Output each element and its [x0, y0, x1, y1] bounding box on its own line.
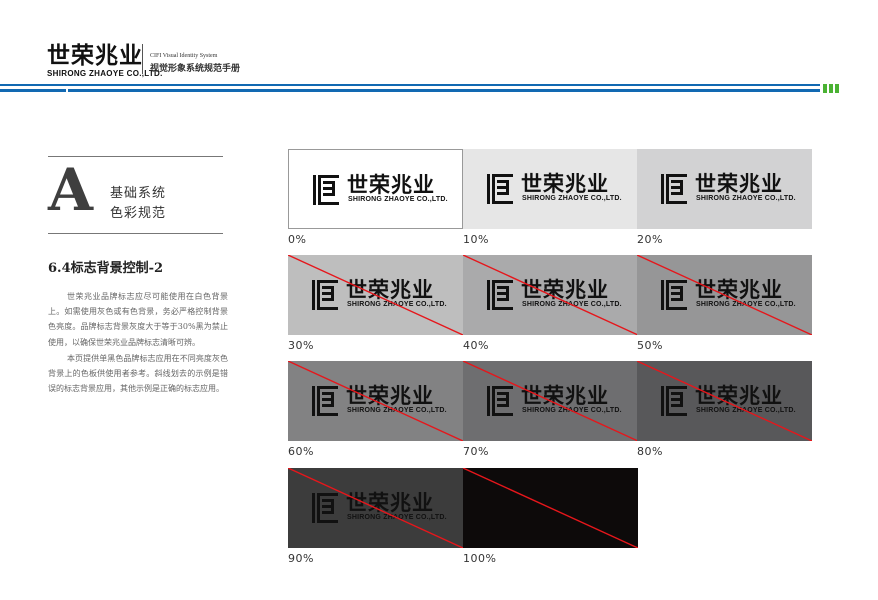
background-swatch: 世荣兆业 SHIRONG ZHAOYE CO.,LTD. — [288, 149, 463, 229]
logo-text-en: SHIRONG ZHAOYE CO.,LTD. — [522, 195, 622, 202]
logo-mark-icon — [487, 386, 513, 416]
logo-text-en: SHIRONG ZHAOYE CO.,LTD. — [522, 407, 622, 414]
swatch-label: 60% — [288, 445, 314, 458]
section-name-line2: 色彩规范 — [110, 206, 167, 221]
swatch-label: 30% — [288, 339, 314, 352]
brand-logo: 世荣兆业 SHIRONG ZHAOYE CO.,LTD. — [661, 384, 796, 418]
strike-line — [463, 468, 638, 548]
logo-mark-icon — [312, 280, 338, 310]
brand-logo: 世荣兆业 SHIRONG ZHAOYE CO.,LTD. — [487, 172, 622, 206]
header-logo-cn: 世荣兆业 — [47, 43, 143, 69]
description-paragraph-2: 本页提供单黑色品牌标志应用在不同亮度灰色背景上的色板供使用者参考。斜线划去的示例… — [48, 354, 228, 394]
swatch-label: 20% — [637, 233, 663, 246]
logo-mark-icon — [487, 280, 513, 310]
swatch-label: 50% — [637, 339, 663, 352]
brand-logo: 世荣兆业 SHIRONG ZHAOYE CO.,LTD. — [312, 278, 447, 312]
header-logo-en: SHIRONG ZHAOYE CO.,LTD. — [47, 69, 163, 78]
logo-text-cn: 世荣兆业 — [695, 172, 783, 196]
brand-logo: 世荣兆业 SHIRONG ZHAOYE CO.,LTD. — [312, 384, 447, 418]
swatch-label: 80% — [637, 445, 663, 458]
logo-text-cn: 世荣兆业 — [521, 384, 609, 408]
logo-mark-icon — [661, 386, 687, 416]
logo-mark-icon — [487, 174, 513, 204]
background-swatch: 世荣兆业 SHIRONG ZHAOYE CO.,LTD. — [463, 149, 638, 229]
logo-text-en: SHIRONG ZHAOYE CO.,LTD. — [347, 407, 447, 414]
logo-text-en: SHIRONG ZHAOYE CO.,LTD. — [522, 301, 622, 308]
swatch-label: 90% — [288, 552, 314, 565]
section-rule-bottom — [48, 233, 223, 234]
header-subtitle: CIFI Visual Identity System 视觉形象系统规范手册 — [150, 53, 240, 74]
brand-logo: 世荣兆业 SHIRONG ZHAOYE CO.,LTD. — [661, 278, 796, 312]
brand-logo: 世荣兆业 SHIRONG ZHAOYE CO.,LTD. — [312, 491, 447, 525]
logo-text-cn: 世荣兆业 — [695, 278, 783, 302]
logo-text-cn: 世荣兆业 — [346, 384, 434, 408]
header-separator — [142, 44, 143, 74]
accent-bar-2 — [829, 84, 833, 93]
background-swatch: 世荣兆业 SHIRONG ZHAOYE CO.,LTD. — [463, 255, 638, 335]
page-title: 6.4标志背景控制-2 — [48, 261, 164, 276]
brand-logo: 世荣兆业 SHIRONG ZHAOYE CO.,LTD. — [313, 173, 448, 207]
accent-bar-1 — [823, 84, 827, 93]
background-swatch: 世荣兆业 SHIRONG ZHAOYE CO.,LTD. — [288, 468, 463, 548]
header-subtitle-en: CIFI Visual Identity System — [150, 53, 218, 59]
logo-text-en: SHIRONG ZHAOYE CO.,LTD. — [696, 301, 796, 308]
logo-mark-icon — [661, 174, 687, 204]
brand-logo: 世荣兆业 SHIRONG ZHAOYE CO.,LTD. — [487, 278, 622, 312]
background-swatch: 世荣兆业 SHIRONG ZHAOYE CO.,LTD. — [463, 361, 638, 441]
brand-logo: 世荣兆业 SHIRONG ZHAOYE CO.,LTD. — [487, 384, 622, 418]
swatch-label: 100% — [463, 552, 497, 565]
logo-text-cn: 世荣兆业 — [521, 172, 609, 196]
swatch-label: 40% — [463, 339, 489, 352]
logo-text-en: SHIRONG ZHAOYE CO.,LTD. — [696, 407, 796, 414]
logo-text-cn: 世荣兆业 — [521, 278, 609, 302]
background-swatch: 世荣兆业 SHIRONG ZHAOYE CO.,LTD. — [637, 149, 812, 229]
section-name-line1: 基础系统 — [110, 186, 167, 201]
background-swatch: 世荣兆业 SHIRONG ZHAOYE CO.,LTD. — [637, 255, 812, 335]
logo-text-en: SHIRONG ZHAOYE CO.,LTD. — [696, 195, 796, 202]
header-band-gap — [66, 89, 68, 93]
logo-mark-icon — [661, 280, 687, 310]
logo-text-en: SHIRONG ZHAOYE CO.,LTD. — [348, 196, 448, 203]
logo-text-en: SHIRONG ZHAOYE CO.,LTD. — [347, 514, 447, 521]
logo-text-cn: 世荣兆业 — [346, 278, 434, 302]
swatch-label: 10% — [463, 233, 489, 246]
header-band-bottom — [0, 89, 820, 92]
description-paragraph-1: 世荣兆业品牌标志应尽可能使用在白色背景上。如需使用灰色或有色背景，务必严格控制背… — [48, 292, 228, 347]
accent-bar-3 — [835, 84, 839, 93]
background-swatch — [463, 468, 638, 548]
background-swatch: 世荣兆业 SHIRONG ZHAOYE CO.,LTD. — [637, 361, 812, 441]
logo-text-cn: 世荣兆业 — [695, 384, 783, 408]
section-letter: A — [48, 156, 94, 224]
header-band-top — [0, 84, 820, 86]
header-subtitle-cn: 视觉形象系统规范手册 — [150, 64, 241, 74]
background-swatch: 世荣兆业 SHIRONG ZHAOYE CO.,LTD. — [288, 255, 463, 335]
logo-text-en: SHIRONG ZHAOYE CO.,LTD. — [347, 301, 447, 308]
brand-logo: 世荣兆业 SHIRONG ZHAOYE CO.,LTD. — [661, 172, 796, 206]
logo-mark-icon — [313, 175, 339, 205]
background-swatch: 世荣兆业 SHIRONG ZHAOYE CO.,LTD. — [288, 361, 463, 441]
logo-mark-icon — [312, 386, 338, 416]
swatch-label: 70% — [463, 445, 489, 458]
logo-text-cn: 世荣兆业 — [347, 173, 435, 197]
header-logo: 世荣兆业 SHIRONG ZHAOYE CO.,LTD. — [47, 44, 163, 78]
logo-mark-icon — [312, 493, 338, 523]
swatch-label: 0% — [288, 233, 307, 246]
logo-text-cn: 世荣兆业 — [346, 491, 434, 515]
